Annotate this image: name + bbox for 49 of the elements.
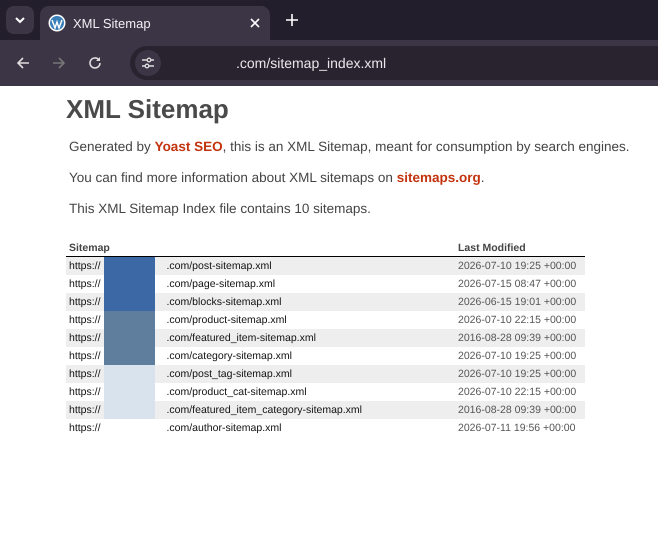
url-link[interactable]: https:// — [69, 296, 101, 308]
url-link[interactable]: https:// — [69, 314, 101, 326]
url-link[interactable]: .com/author-sitemap.xml — [166, 422, 282, 434]
forward-icon[interactable] — [52, 56, 66, 70]
url-link[interactable]: .com/category-sitemap.xml — [166, 350, 292, 362]
tab-list-button[interactable] — [6, 6, 34, 34]
table-cell-text: 2026-07-10 19:25 +00:00 — [458, 368, 578, 380]
url-link[interactable]: .com/product-sitemap.xml — [166, 314, 287, 326]
column-header: Last Modified — [458, 242, 527, 254]
url-link[interactable]: .com/product_cat-sitemap.xml — [166, 386, 307, 398]
browser-tab[interactable]: XML Sitemap — [40, 6, 270, 40]
table-cell-text: 2016-08-28 09:39 +00:00 — [458, 332, 578, 344]
back-icon[interactable] — [16, 56, 30, 70]
url-link[interactable]: .com/featured_item-sitemap.xml — [166, 332, 316, 344]
table-cell-text: 2026-07-10 22:15 +00:00 — [458, 314, 578, 326]
url-link[interactable]: https:// — [69, 332, 101, 344]
paragraph: This XML Sitemap Index file contains 10 sitemaps. — [69, 201, 372, 216]
table-cell-text: 2026-07-10 19:25 +00:00 — [458, 260, 578, 272]
url-link[interactable]: https:// — [69, 368, 101, 380]
wordpress-icon — [48, 14, 66, 32]
url-text: .com/sitemap_index.xml — [236, 55, 386, 71]
address-bar[interactable]: .com/sitemap_index.xml — [130, 46, 658, 80]
url-link[interactable]: https:// — [69, 278, 101, 290]
url-link[interactable]: https:// — [69, 350, 101, 362]
paragraph: You can find more information about XML sitemaps on sitemaps.org. — [69, 170, 486, 185]
column-header: Sitemap — [69, 242, 110, 254]
table-cell-text: 2016-08-28 09:39 +00:00 — [458, 404, 578, 416]
new-tab-icon[interactable] — [286, 14, 298, 26]
url-link[interactable]: .com/post-sitemap.xml — [166, 260, 272, 272]
url-link[interactable]: .com/blocks-sitemap.xml — [166, 296, 282, 308]
url-link[interactable]: .com/post_tag-sitemap.xml — [166, 368, 292, 380]
sliders-icon — [141, 57, 155, 69]
table-cell-text: 2026-07-15 08:47 +00:00 — [458, 278, 578, 290]
table-cell-text: 2026-07-10 22:15 +00:00 — [458, 386, 578, 398]
url-link[interactable]: .com/featured_item_category-sitemap.xml — [166, 404, 362, 416]
tab-title: XML Sitemap — [73, 16, 152, 30]
url-link[interactable]: https:// — [69, 404, 101, 416]
table-cell-text: 2026-07-11 19:56 +00:00 — [458, 422, 576, 434]
table-cell-text: 2026-07-10 19:25 +00:00 — [458, 350, 578, 362]
url-link[interactable]: .com/page-sitemap.xml — [166, 278, 276, 290]
site-settings-button[interactable] — [135, 50, 161, 76]
url-link[interactable]: https:// — [69, 260, 101, 272]
reload-icon[interactable] — [88, 56, 102, 70]
close-icon[interactable] — [250, 18, 260, 28]
page-heading: XML Sitemap — [66, 94, 230, 125]
url-link[interactable]: https:// — [69, 386, 101, 398]
table-cell-text: 2026-06-15 19:01 +00:00 — [458, 296, 578, 308]
paragraph: Generated by Yoast SEO, this is an XML Sitemap, meant for consumption by search engines. — [69, 139, 631, 154]
url-link[interactable]: https:// — [69, 422, 101, 434]
